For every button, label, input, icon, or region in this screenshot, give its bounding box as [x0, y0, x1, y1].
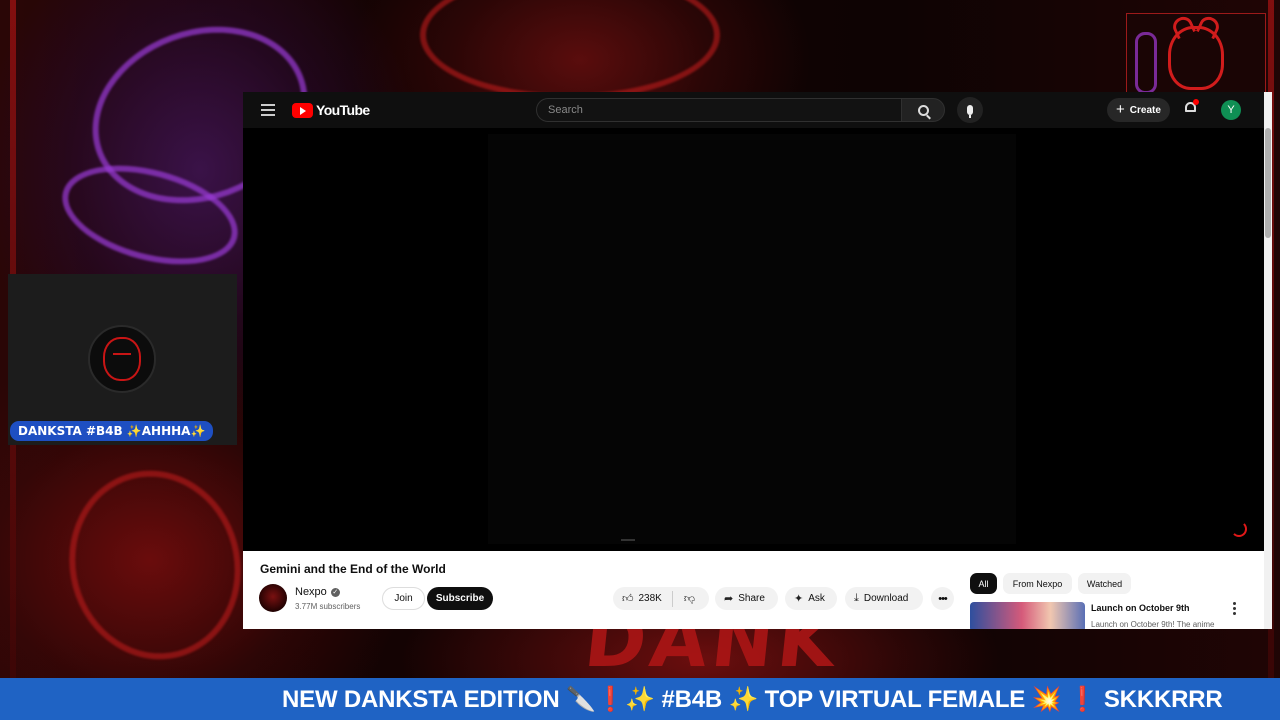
verified-icon: ✓: [330, 587, 340, 597]
account-avatar[interactable]: Y: [1221, 100, 1241, 120]
thumbs-up-icon: 👍︎: [622, 593, 634, 605]
download-icon: ⤓: [854, 592, 859, 604]
thumbs-down-icon[interactable]: 👎︎: [684, 592, 695, 605]
youtube-header: YouTube Search + Create Y: [243, 92, 1264, 128]
subscribe-button[interactable]: Subscribe: [427, 587, 493, 610]
more-actions-button[interactable]: •••: [931, 587, 954, 610]
loading-spinner-icon: [1231, 521, 1247, 537]
notification-badge: [1193, 99, 1199, 105]
recommendation-menu-icon[interactable]: [1233, 602, 1236, 615]
channel-name[interactable]: Nexpo ✓: [295, 586, 340, 598]
recommendation-title[interactable]: Launch on October 9th: [1091, 603, 1190, 613]
voice-search-button[interactable]: [957, 97, 983, 123]
download-button[interactable]: ⤓ Download: [845, 587, 923, 610]
search-button[interactable]: [901, 98, 945, 122]
streamer-avatar: [88, 325, 156, 393]
webcam-overlay: [8, 274, 237, 445]
share-button[interactable]: ➦ Share: [715, 587, 778, 610]
like-button[interactable]: 👍︎ 238K 👎︎: [613, 587, 709, 610]
ask-button[interactable]: ✦ Ask: [785, 587, 837, 610]
recommendation-thumbnail[interactable]: [970, 602, 1085, 629]
search-input[interactable]: Search: [536, 98, 901, 122]
create-button[interactable]: + Create: [1107, 98, 1170, 122]
channel-avatar[interactable]: [259, 584, 287, 612]
ticker-banner: NEW DANKSTA EDITION 🔪❗✨ #B4B ✨ TOP VIRTU…: [0, 678, 1280, 720]
webcam-name-tag: DANKSTA #B4B ✨AHHHA✨: [10, 421, 214, 441]
sparkle-icon: ✦: [794, 593, 804, 605]
stream-logo: [1126, 13, 1266, 103]
subscriber-count: 3.77M subscribers: [295, 602, 361, 611]
plus-icon: +: [1116, 101, 1125, 118]
recommendation-description: Launch on October 9th! The anime: [1091, 620, 1215, 629]
video-player[interactable]: [243, 128, 1264, 551]
devil-logo-icon: [1168, 26, 1224, 90]
youtube-logo[interactable]: YouTube: [292, 102, 370, 118]
page-scrollbar[interactable]: [1264, 92, 1272, 629]
share-arrow-icon: ➦: [724, 593, 734, 605]
chip-watched[interactable]: Watched: [1078, 573, 1131, 594]
menu-icon[interactable]: [261, 104, 275, 116]
devil-face-icon: [103, 337, 141, 381]
youtube-window: YouTube Search + Create Y Gemini and the…: [243, 92, 1272, 629]
scrollbar-thumb[interactable]: [1265, 128, 1271, 238]
chip-from-nexpo[interactable]: From Nexpo: [1003, 573, 1072, 594]
video-title: Gemini and the End of the World: [260, 562, 446, 576]
chip-all[interactable]: All: [970, 573, 997, 594]
youtube-play-icon: [292, 102, 313, 118]
join-button[interactable]: Join: [382, 587, 425, 610]
notifications-bell-icon[interactable]: [1185, 99, 1199, 116]
microphone-icon: [967, 105, 973, 118]
ticker-text: NEW DANKSTA EDITION 🔪❗✨ #B4B ✨ TOP VIRTU…: [282, 686, 1223, 713]
search-icon: [917, 104, 929, 116]
